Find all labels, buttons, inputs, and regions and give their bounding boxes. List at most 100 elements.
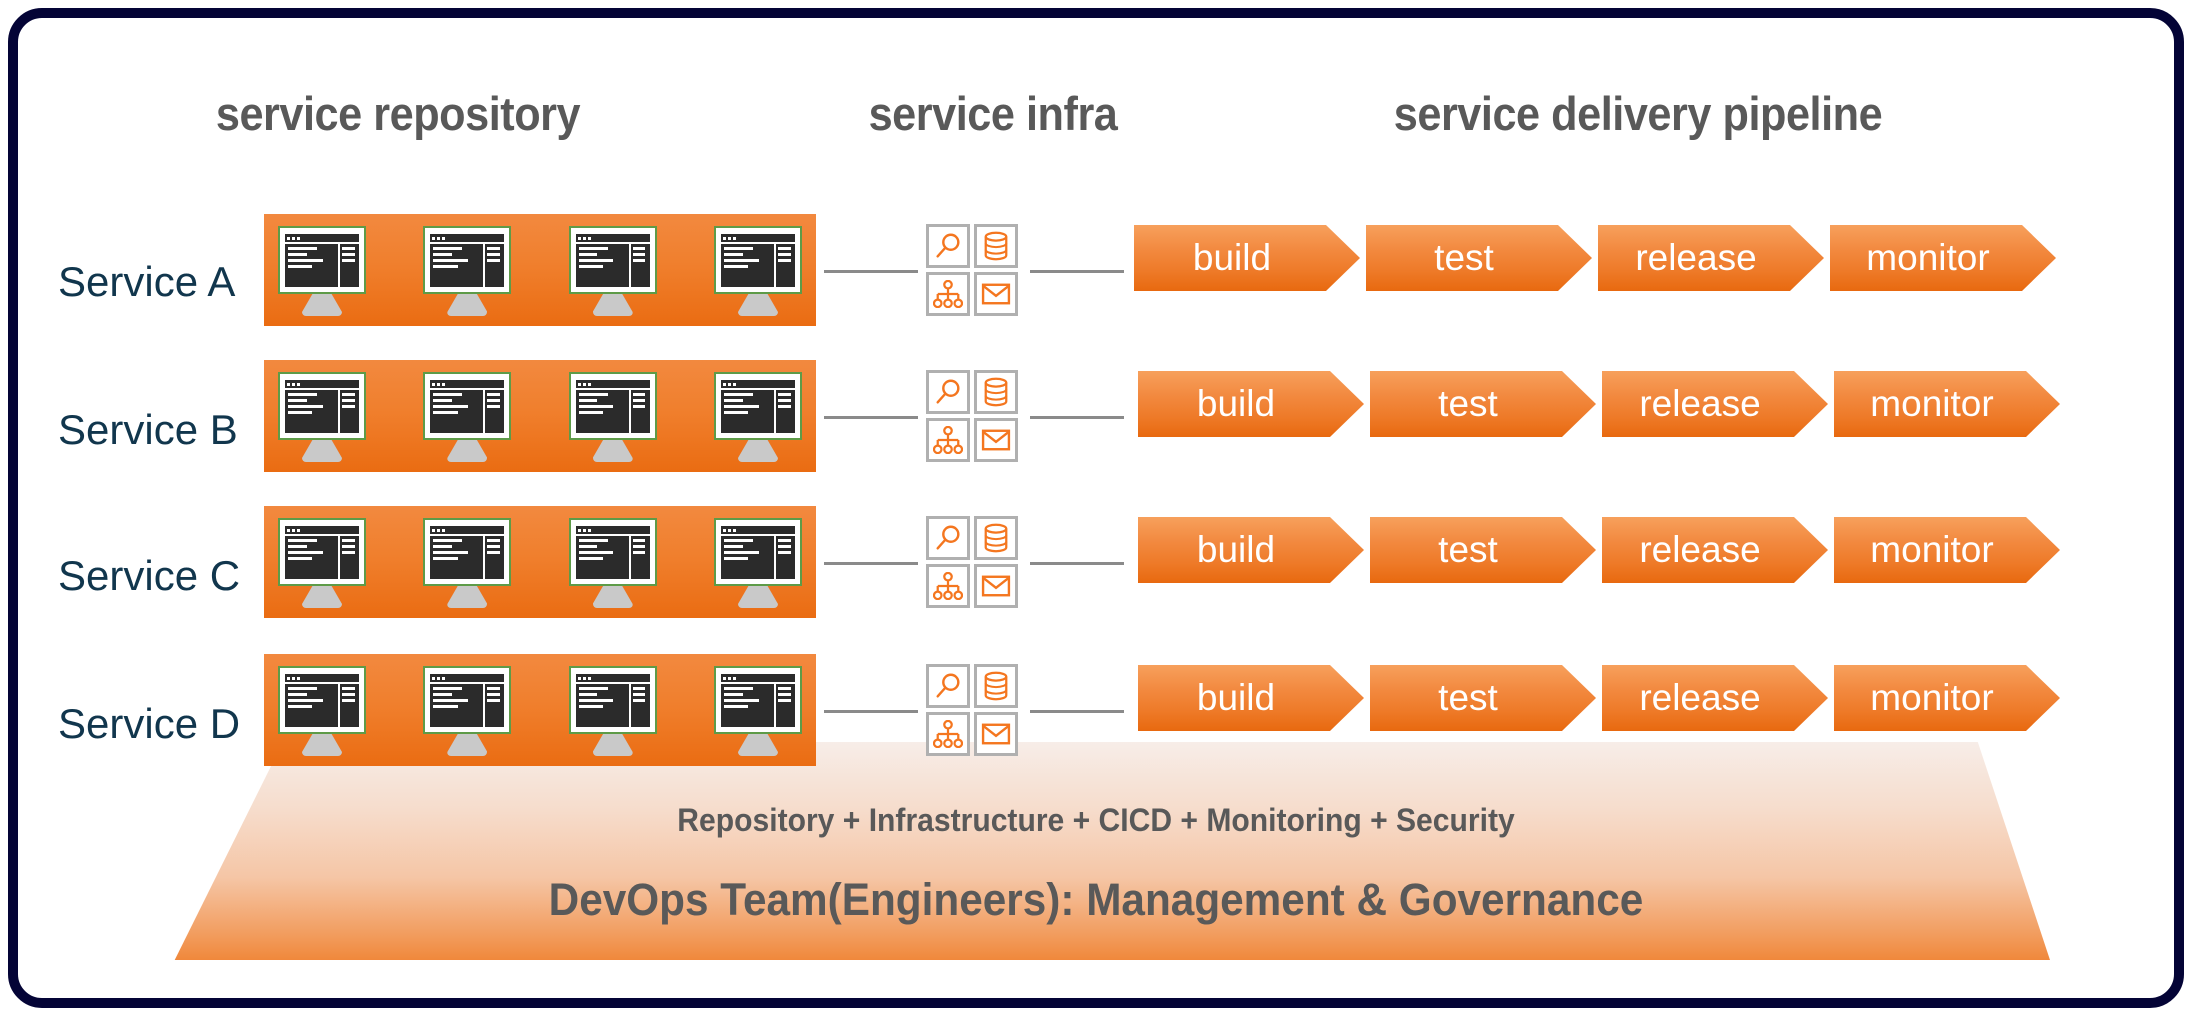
monitor-titlebar	[285, 526, 359, 534]
monitor-body	[285, 390, 359, 433]
infra-cell-search[interactable]	[926, 224, 970, 268]
monitor-sidebar	[340, 684, 359, 727]
monitor-screen	[423, 518, 512, 586]
repository-panel-b[interactable]	[264, 360, 816, 472]
infra-grid-c[interactable]	[926, 516, 1018, 608]
monitor-code-area	[575, 536, 629, 579]
monitor-titlebar	[720, 380, 795, 388]
infra-cell-network[interactable]	[926, 418, 970, 462]
monitor-body	[720, 390, 795, 433]
pipeline-stage-build-c[interactable]: build	[1138, 517, 1364, 583]
infra-cell-network[interactable]	[926, 564, 970, 608]
monitor-sidebar	[630, 244, 650, 287]
monitor-icon	[423, 226, 512, 316]
monitor-screen	[278, 518, 366, 586]
connector-infra-pipeline-c	[1030, 562, 1124, 565]
monitor-stand	[302, 734, 342, 756]
monitor-titlebar	[720, 674, 795, 682]
pipeline-stage-build-d[interactable]: build	[1138, 665, 1364, 731]
database-icon	[982, 523, 1010, 553]
monitor-icon	[278, 226, 366, 316]
monitor-sidebar	[340, 390, 359, 433]
pipeline-stage-release-d[interactable]: release	[1602, 665, 1828, 731]
monitor-screen	[568, 518, 657, 586]
monitor-icon	[568, 372, 657, 462]
monitor-body	[430, 536, 505, 579]
pipeline-stage-monitor-d[interactable]: monitor	[1834, 665, 2060, 731]
monitor-body	[575, 244, 650, 287]
monitor-stand	[302, 294, 342, 316]
pipeline-stage-release-b[interactable]: release	[1602, 371, 1828, 437]
infra-cell-search[interactable]	[926, 370, 970, 414]
repository-panel-d[interactable]	[264, 654, 816, 766]
monitor-body	[285, 684, 359, 727]
monitor-screen	[278, 666, 366, 734]
pipeline-stage-monitor-a[interactable]: monitor	[1830, 225, 2056, 291]
connector-repo-infra-c	[824, 562, 918, 565]
infra-grid-b[interactable]	[926, 370, 1018, 462]
infra-grid-a[interactable]	[926, 224, 1018, 316]
connector-repo-infra-b	[824, 416, 918, 419]
infra-cell-mail[interactable]	[974, 564, 1018, 608]
pipeline-stage-monitor-c[interactable]: monitor	[1834, 517, 2060, 583]
infra-cell-database[interactable]	[974, 516, 1018, 560]
mail-icon	[981, 722, 1011, 746]
connector-infra-pipeline-a	[1030, 270, 1124, 273]
pipeline-stage-test-b[interactable]: test	[1370, 371, 1596, 437]
database-icon	[982, 377, 1010, 407]
pipeline-stage-build-b[interactable]: build	[1138, 371, 1364, 437]
monitor-stand	[737, 734, 778, 756]
database-icon	[982, 231, 1010, 261]
monitor-screen	[713, 518, 802, 586]
monitor-body	[430, 244, 505, 287]
pipeline-stage-monitor-b[interactable]: monitor	[1834, 371, 2060, 437]
infra-cell-database[interactable]	[974, 370, 1018, 414]
monitor-sidebar	[485, 536, 505, 579]
monitor-icon	[713, 518, 802, 608]
monitor-stand	[592, 734, 633, 756]
service-label-b: Service B	[58, 406, 238, 453]
pipeline-stage-build-a[interactable]: build	[1134, 225, 1360, 291]
infra-cell-mail[interactable]	[974, 712, 1018, 756]
monitor-code-area	[285, 390, 338, 433]
monitor-code-area	[720, 684, 774, 727]
monitor-code-area	[285, 684, 338, 727]
infra-cell-search[interactable]	[926, 664, 970, 708]
monitor-code-area	[285, 536, 338, 579]
monitor-sidebar	[630, 390, 650, 433]
infra-cell-network[interactable]	[926, 712, 970, 756]
infra-cell-mail[interactable]	[974, 272, 1018, 316]
infra-cell-database[interactable]	[974, 224, 1018, 268]
monitor-screen	[278, 226, 366, 294]
infra-cell-mail[interactable]	[974, 418, 1018, 462]
repository-panel-a[interactable]	[264, 214, 816, 326]
monitor-titlebar	[430, 526, 505, 534]
monitor-titlebar	[430, 674, 505, 682]
infra-cell-search[interactable]	[926, 516, 970, 560]
service-label-a: Service A	[58, 258, 236, 305]
pipeline-stage-test-a[interactable]: test	[1366, 225, 1592, 291]
pipeline-stage-release-a[interactable]: release	[1598, 225, 1824, 291]
monitor-body	[575, 390, 650, 433]
monitor-stand	[302, 586, 342, 608]
infra-cell-database[interactable]	[974, 664, 1018, 708]
service-label-d: Service D	[58, 700, 241, 747]
pipeline-stage-test-c[interactable]: test	[1370, 517, 1596, 583]
repository-panel-c[interactable]	[264, 506, 816, 618]
infra-cell-network[interactable]	[926, 272, 970, 316]
monitor-sidebar	[485, 684, 505, 727]
pipeline-stage-release-c[interactable]: release	[1602, 517, 1828, 583]
connector-infra-pipeline-b	[1030, 416, 1124, 419]
infra-grid-d[interactable]	[926, 664, 1018, 756]
foundation-team-text: DevOps Team(Engineers): Management & Gov…	[548, 874, 1644, 925]
connector-infra-pipeline-d	[1030, 710, 1124, 713]
search-icon	[933, 231, 963, 261]
monitor-screen	[713, 372, 802, 440]
monitor-sidebar	[775, 244, 795, 287]
pipeline-stage-test-d[interactable]: test	[1370, 665, 1596, 731]
foundation-capabilities-text: Repository + Infrastructure + CICD + Mon…	[677, 802, 1515, 838]
network-tree-icon	[933, 572, 963, 600]
monitor-titlebar	[720, 526, 795, 534]
monitor-screen	[423, 226, 512, 294]
monitor-screen	[568, 372, 657, 440]
